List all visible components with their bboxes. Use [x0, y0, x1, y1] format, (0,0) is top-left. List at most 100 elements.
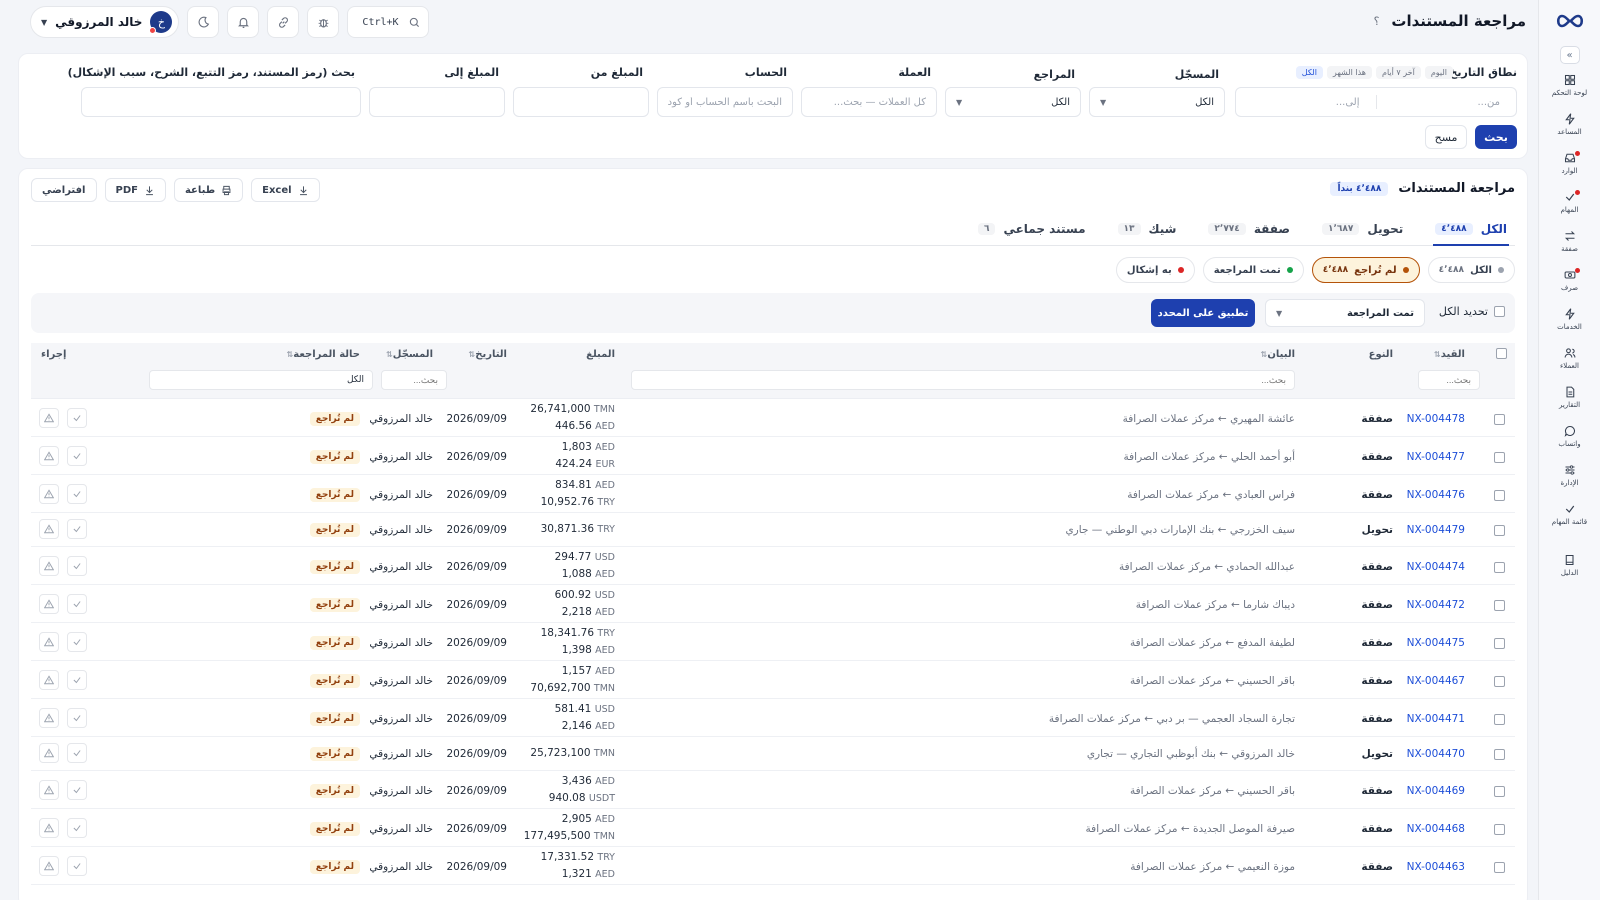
table-row[interactable]: NX-004467 صفقة باقر الحسيني ← مركز عملات ا…: [31, 661, 1515, 699]
theme-toggle-button[interactable]: [187, 6, 220, 38]
flag-issue-button[interactable]: [39, 519, 59, 539]
tab-document-type[interactable]: صفقة ٢٬٧٧٤: [1206, 213, 1292, 246]
checkbox[interactable]: [1494, 638, 1505, 649]
mark-reviewed-button[interactable]: [67, 519, 87, 539]
row-checkbox[interactable]: [1494, 600, 1505, 614]
mark-reviewed-button[interactable]: [67, 594, 87, 614]
row-checkbox[interactable]: [1494, 714, 1505, 728]
table-row[interactable]: NX-004468 صفقة صيرفة الموصل الجديدة ← مركز…: [31, 809, 1515, 847]
flag-issue-button[interactable]: [39, 484, 59, 504]
date-chip[interactable]: اليوم: [1424, 66, 1453, 79]
row-id-link[interactable]: NX-004471: [1407, 713, 1465, 725]
registrar-select[interactable]: الكل ▼: [1089, 87, 1225, 117]
date-from-input[interactable]: من...: [1377, 97, 1517, 108]
row-checkbox[interactable]: [1494, 414, 1505, 428]
row-checkbox[interactable]: [1494, 862, 1505, 876]
row-id-link[interactable]: NX-004476: [1407, 489, 1465, 501]
flag-issue-button[interactable]: [39, 632, 59, 652]
flag-issue-button[interactable]: [39, 743, 59, 763]
status-pill[interactable]: الكل ٤٬٤٨٨: [1427, 257, 1515, 283]
sidebar-item[interactable]: لوحة التحكم: [1542, 66, 1598, 103]
checkbox[interactable]: [1494, 824, 1505, 835]
sidebar-item[interactable]: المهام: [1542, 183, 1598, 220]
date-range-input[interactable]: من... إلى...: [1235, 87, 1517, 117]
table-row[interactable]: NX-004463 صفقة موزة النعيمي ← مركز عملات ا…: [31, 847, 1515, 885]
header-registrar[interactable]: المسجّل⇅: [383, 349, 433, 360]
checkbox[interactable]: [1494, 306, 1505, 317]
sidebar-item[interactable]: الدليل: [1542, 546, 1598, 583]
account-input[interactable]: [657, 87, 793, 117]
table-row[interactable]: NX-004470 تحويل خالد المرزوقي ← بنك أبوظبي…: [31, 737, 1515, 771]
id-filter-input[interactable]: [1418, 370, 1480, 390]
pdf-export-button[interactable]: PDF: [104, 178, 166, 202]
table-row[interactable]: NX-004478 صفقة عائشة المهيري ← مركز عملات …: [31, 399, 1515, 437]
sidebar-item[interactable]: الوارد: [1542, 144, 1598, 181]
row-id-link[interactable]: NX-004478: [1407, 413, 1465, 425]
row-id-link[interactable]: NX-004467: [1407, 675, 1465, 687]
clear-button[interactable]: مسح: [1425, 125, 1467, 149]
row-checkbox[interactable]: [1494, 562, 1505, 576]
flag-issue-button[interactable]: [39, 446, 59, 466]
user-menu[interactable]: خ خالد المرزوقي ▼: [30, 6, 180, 38]
sidebar-item[interactable]: صرف: [1542, 261, 1598, 298]
tab-document-type[interactable]: تحويل ١٬٦٨٧: [1320, 213, 1405, 246]
checkbox[interactable]: [1494, 676, 1505, 687]
row-id-link[interactable]: NX-004469: [1407, 785, 1465, 797]
row-checkbox[interactable]: [1494, 452, 1505, 466]
row-id-link[interactable]: NX-004477: [1407, 451, 1465, 463]
tab-document-type[interactable]: شيك ١٣: [1116, 213, 1179, 246]
mark-reviewed-button[interactable]: [67, 818, 87, 838]
row-checkbox[interactable]: [1494, 824, 1505, 838]
mark-reviewed-button[interactable]: [67, 856, 87, 876]
sidebar-item[interactable]: التقارير: [1542, 378, 1598, 415]
search-input[interactable]: [81, 87, 361, 117]
table-row[interactable]: NX-004472 صفقة ديباك شارما ← مركز عملات ال…: [31, 585, 1515, 623]
row-id-link[interactable]: NX-004479: [1407, 524, 1465, 536]
checkbox[interactable]: [1494, 452, 1505, 463]
mark-reviewed-button[interactable]: [67, 632, 87, 652]
default-view-button[interactable]: افتراضي: [31, 178, 97, 202]
registrar-filter-input[interactable]: [381, 370, 447, 390]
checkbox[interactable]: [1494, 749, 1505, 760]
checkbox[interactable]: [1494, 786, 1505, 797]
notifications-button[interactable]: [227, 6, 260, 38]
sidebar-item[interactable]: قائمة المهام: [1542, 495, 1598, 532]
header-desc[interactable]: البيان⇅: [1258, 349, 1295, 360]
table-row[interactable]: NX-004469 صفقة باقر الحسيني ← مركز عملات ا…: [31, 771, 1515, 809]
sidebar-item[interactable]: صفقة: [1542, 222, 1598, 259]
status-pill[interactable]: لم تُراجع ٤٬٤٨٨: [1311, 257, 1420, 283]
mark-reviewed-button[interactable]: [67, 780, 87, 800]
flag-issue-button[interactable]: [39, 594, 59, 614]
sidebar-item[interactable]: المساعد: [1542, 105, 1598, 142]
row-checkbox[interactable]: [1494, 786, 1505, 800]
collapse-sidebar-button[interactable]: »: [1559, 46, 1580, 64]
sidebar-item[interactable]: واتساب: [1542, 417, 1598, 454]
row-id-link[interactable]: NX-004474: [1407, 561, 1465, 573]
debug-button[interactable]: [307, 6, 340, 38]
search-button[interactable]: بحث: [1475, 125, 1517, 149]
amount-from-input[interactable]: [513, 87, 649, 117]
currency-input[interactable]: [801, 87, 937, 117]
row-checkbox[interactable]: [1494, 749, 1505, 763]
checkbox[interactable]: [1494, 862, 1505, 873]
header-id[interactable]: القيد⇅: [1431, 349, 1465, 360]
select-all-checkbox[interactable]: تحديد الكل: [1439, 305, 1505, 318]
row-id-link[interactable]: NX-004468: [1407, 823, 1465, 835]
status-pill[interactable]: تمت المراجعة: [1202, 257, 1304, 283]
flag-issue-button[interactable]: [39, 408, 59, 428]
table-row[interactable]: NX-004476 صفقة فراس العبادي ← مركز عملات ا…: [31, 475, 1515, 513]
flag-issue-button[interactable]: [39, 556, 59, 576]
bulk-status-select[interactable]: تمت المراجعة ▼: [1265, 299, 1425, 327]
header-status[interactable]: حالة المراجعة⇅: [284, 349, 360, 360]
app-logo[interactable]: [1554, 10, 1586, 32]
flag-issue-button[interactable]: [39, 818, 59, 838]
desc-filter-input[interactable]: [631, 370, 1295, 390]
flag-issue-button[interactable]: [39, 670, 59, 690]
print-button[interactable]: طباعة: [173, 178, 244, 202]
mark-reviewed-button[interactable]: [67, 708, 87, 728]
link-button[interactable]: [267, 6, 300, 38]
header-date[interactable]: التاريخ⇅: [466, 349, 507, 360]
tab-document-type[interactable]: الكل ٤٬٤٨٨: [1433, 213, 1509, 246]
mark-reviewed-button[interactable]: [67, 484, 87, 504]
sidebar-item[interactable]: العملاء: [1542, 339, 1598, 376]
